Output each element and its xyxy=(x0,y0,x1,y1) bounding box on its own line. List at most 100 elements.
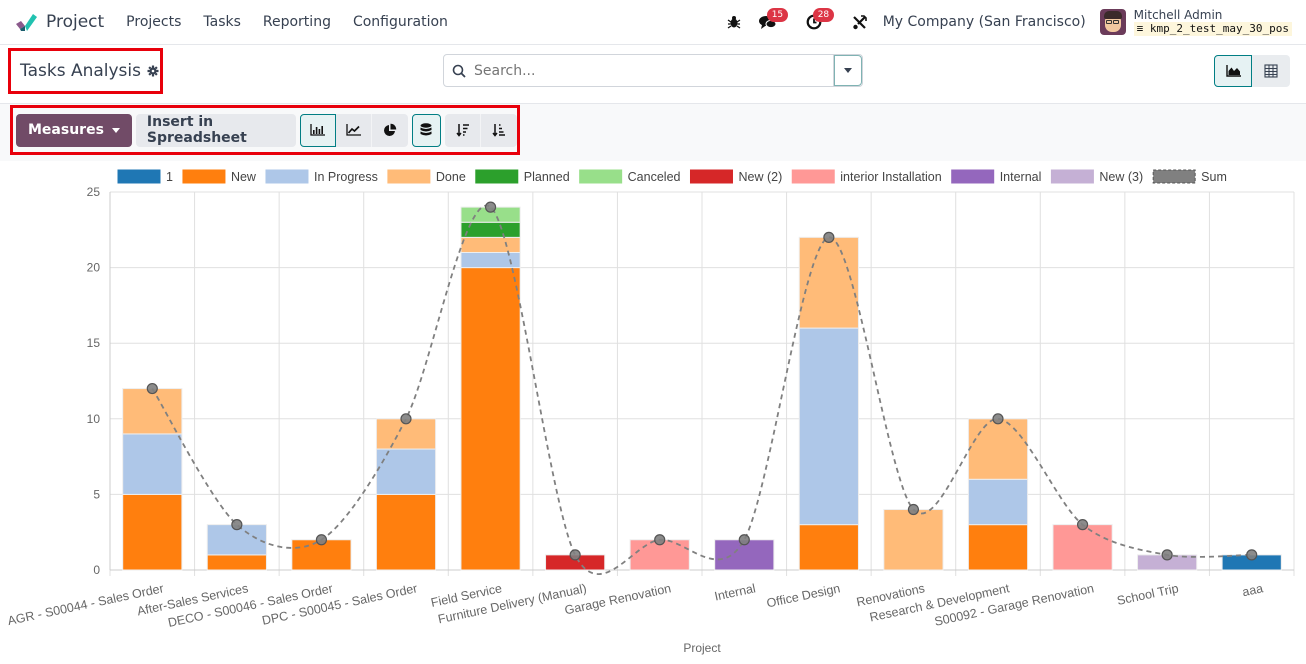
sort-group xyxy=(445,113,517,147)
x-tick-label: Office Design xyxy=(765,581,841,610)
bar-segment xyxy=(375,448,437,495)
legend-swatch xyxy=(791,169,835,184)
menu-configuration[interactable]: Configuration xyxy=(353,14,448,30)
sum-point xyxy=(315,534,328,546)
sort-ascending-icon xyxy=(492,124,505,137)
legend-label[interactable]: In Progress xyxy=(314,170,378,184)
legend-label[interactable]: New xyxy=(231,170,257,184)
app-brand[interactable]: Project xyxy=(14,12,104,32)
bar-segment xyxy=(122,493,183,571)
pie-chart-button[interactable] xyxy=(371,113,408,147)
stacked-bar-chart: 0510152025AGR - S00044 - Sales OrderAfte… xyxy=(6,169,1295,655)
search-icon xyxy=(444,64,474,78)
measures-dropdown-button[interactable]: Measures xyxy=(16,113,132,147)
bar-chart-button[interactable] xyxy=(299,113,336,147)
bar-segment xyxy=(967,524,1029,571)
sort-descending-icon xyxy=(455,124,469,137)
x-tick-label: Internal xyxy=(713,581,757,603)
sort-descending-button[interactable] xyxy=(445,113,481,147)
legend-label[interactable]: Sum xyxy=(1201,170,1227,184)
legend-swatch xyxy=(689,169,733,184)
bar-segment xyxy=(798,327,859,526)
graph-view-button[interactable] xyxy=(1214,55,1252,87)
user-name: Mitchell Admin xyxy=(1133,8,1223,22)
sum-point xyxy=(907,503,920,516)
legend-swatch xyxy=(475,169,519,184)
legend-swatch xyxy=(182,169,226,184)
legend-label[interactable]: New (3) xyxy=(1099,170,1143,184)
settings-tools-icon[interactable] xyxy=(843,7,877,37)
legend-swatch xyxy=(1050,169,1094,184)
legend-label[interactable]: New (2) xyxy=(738,170,782,184)
x-axis-title: Project xyxy=(683,641,721,655)
search-bar xyxy=(443,54,863,87)
y-tick-label: 5 xyxy=(93,487,100,501)
menu-reporting[interactable]: Reporting xyxy=(263,14,331,30)
x-tick-label: School Trip xyxy=(1116,581,1180,608)
area-chart-icon xyxy=(1225,65,1241,77)
gear-icon[interactable] xyxy=(147,65,159,77)
app-name: Project xyxy=(46,12,105,32)
legend-label[interactable]: Planned xyxy=(524,170,570,184)
legend-swatch xyxy=(387,169,431,184)
sum-point xyxy=(1076,519,1089,531)
database-label: kmp_2_test_may_30_pos xyxy=(1149,22,1289,35)
chart-area: 0 5 10 15 20 25 AGR - S00044 - Sales Order Afte… xyxy=(0,162,1306,660)
sum-point xyxy=(1161,549,1173,561)
bar-segment xyxy=(883,509,944,571)
breadcrumb: Tasks Analysis xyxy=(8,48,163,94)
activities-button[interactable]: 28 xyxy=(797,7,835,37)
stacked-toggle-button[interactable] xyxy=(411,113,441,147)
page-title: Tasks Analysis xyxy=(20,61,141,81)
legend-swatch xyxy=(579,169,623,184)
line-chart-icon xyxy=(345,124,361,136)
company-switcher[interactable]: My Company (San Francisco) xyxy=(883,14,1086,30)
measures-label: Measures xyxy=(28,122,104,138)
y-tick-label: 20 xyxy=(87,261,101,275)
pivot-view-button[interactable] xyxy=(1252,55,1290,87)
control-panel: Tasks Analysis xyxy=(0,45,1306,103)
sort-ascending-button[interactable] xyxy=(481,113,517,147)
y-tick-label: 25 xyxy=(87,185,101,199)
chart-type-group xyxy=(299,113,408,147)
bar-segment xyxy=(460,236,521,253)
bar-segment xyxy=(122,433,183,495)
top-navbar: Project Projects Tasks Reporting Configu… xyxy=(0,0,1306,45)
debug-bug-icon[interactable] xyxy=(717,7,751,37)
sum-point xyxy=(484,201,497,213)
bar-segment xyxy=(122,388,183,435)
table-icon xyxy=(1264,64,1278,78)
bar-segment xyxy=(798,524,859,571)
pie-chart-icon xyxy=(383,123,396,136)
user-menu[interactable]: Mitchell Admin ≡ kmp_2_test_may_30_pos xyxy=(1099,8,1292,36)
sum-point xyxy=(654,534,666,546)
sum-point xyxy=(823,231,835,243)
legend-label[interactable]: Done xyxy=(436,170,466,184)
line-chart-button[interactable] xyxy=(335,113,372,147)
y-tick-label: 0 xyxy=(93,563,100,577)
activities-badge: 28 xyxy=(812,8,835,22)
sum-point xyxy=(146,382,158,395)
x-tick-label: aaa xyxy=(1241,581,1264,599)
insert-in-spreadsheet-button[interactable]: Insert in Spreadsheet xyxy=(135,113,296,147)
search-input[interactable] xyxy=(474,55,833,86)
legend-label[interactable]: 1 xyxy=(166,170,173,184)
bar-segment xyxy=(967,478,1029,526)
project-app-icon xyxy=(16,14,37,31)
legend-swatch xyxy=(265,169,309,184)
legend-swatch xyxy=(117,169,161,184)
bar-segment xyxy=(1052,524,1113,571)
search-options-toggle[interactable] xyxy=(833,55,862,86)
database-name: ≡ kmp_2_test_may_30_pos xyxy=(1133,22,1292,36)
menu-tasks[interactable]: Tasks xyxy=(203,14,241,30)
bar-segment xyxy=(460,251,521,269)
avatar xyxy=(1099,9,1126,35)
graph-toolbar: Measures Insert in Spreadsheet xyxy=(0,103,1306,161)
legend-label[interactable]: Canceled xyxy=(628,170,681,184)
messages-button[interactable]: 15 xyxy=(751,7,789,37)
menu-projects[interactable]: Projects xyxy=(126,14,181,30)
sum-point xyxy=(569,549,581,561)
legend-label[interactable]: Internal xyxy=(1000,170,1042,184)
legend-label[interactable]: interior Installation xyxy=(840,170,941,184)
y-tick-label: 10 xyxy=(87,412,101,426)
